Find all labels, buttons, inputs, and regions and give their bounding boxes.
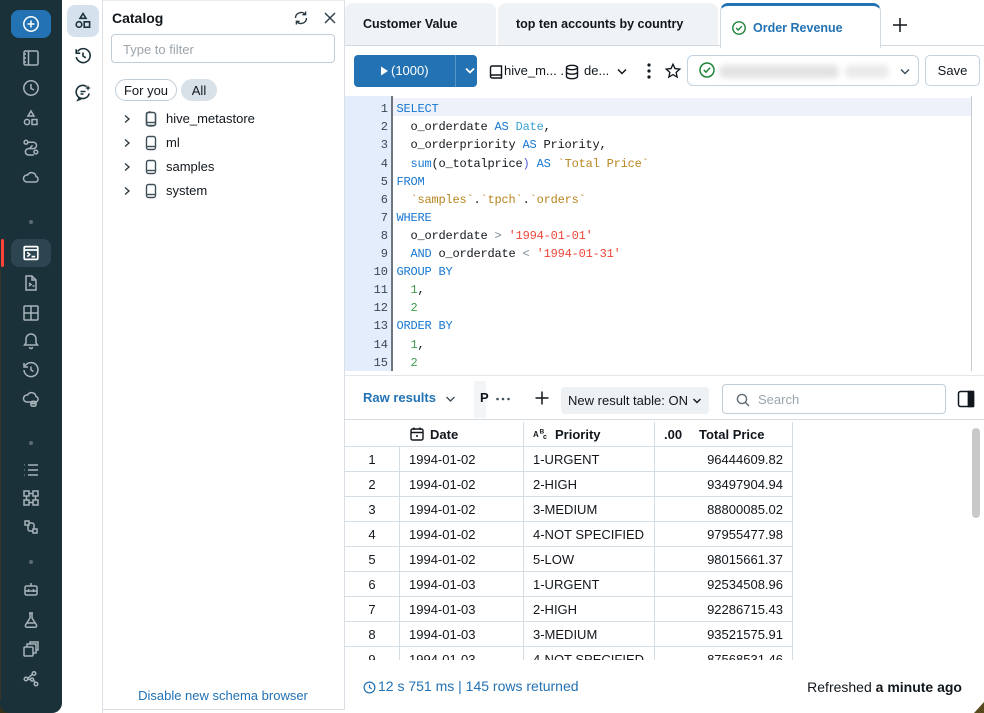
svg-text:c: c — [543, 434, 547, 441]
svg-text:A: A — [533, 430, 539, 439]
